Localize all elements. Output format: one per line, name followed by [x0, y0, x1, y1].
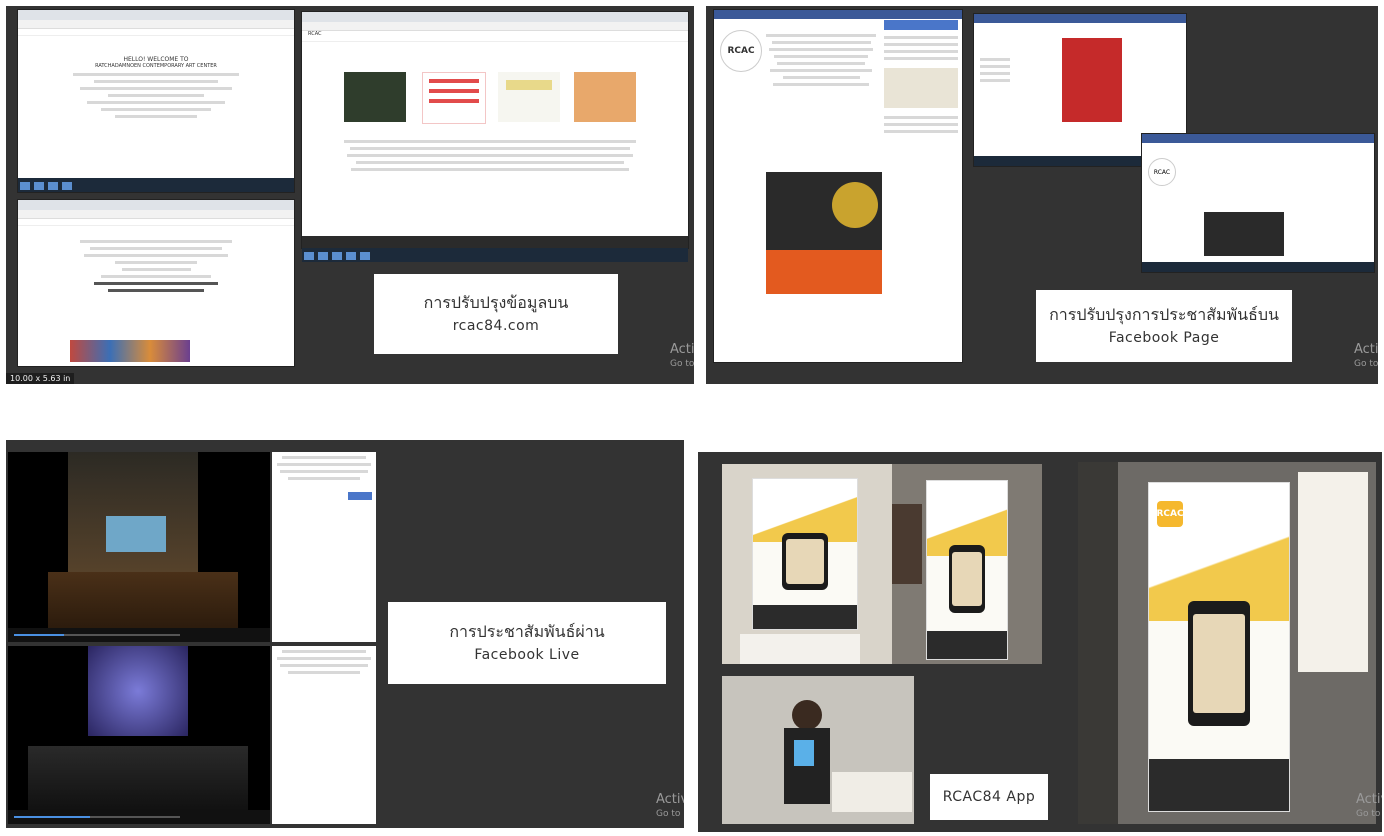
post-photo-2[interactable] [766, 250, 882, 294]
facebook-live-caption: การประชาสัมพันธ์ผ่าน Facebook Live [388, 602, 666, 684]
facebook-live-caption-line1: การประชาสัมพันธ์ผ่าน [449, 622, 605, 641]
welcome-heading: HELLO! WELCOME TO [123, 56, 189, 63]
app-logo-icon: RCAC [1156, 501, 1184, 527]
website-window-top-left[interactable]: HELLO! WELCOME TO RATCHADAMNOEN CONTEMPO… [18, 10, 294, 192]
windows-activation-watermark: Activ Go to [1354, 342, 1378, 369]
website-caption: การปรับปรุงข้อมูลบน rcac84.com [374, 274, 618, 354]
page-avatar-small: RCAC [1148, 158, 1176, 186]
site-brand: RCAC [302, 31, 688, 42]
app-panel: RCAC84 App RCAC Activ Go to [698, 452, 1382, 832]
website-window-bottom-left[interactable] [18, 200, 294, 366]
facebook-page-window[interactable]: RCAC [714, 10, 962, 362]
facebook-live-caption-line2: Facebook Live [474, 647, 580, 663]
app-photo-standee-3: RCAC [1078, 462, 1376, 824]
welcome-subheading: RATCHADAMNOEN CONTEMPORARY ART CENTER [95, 63, 217, 69]
app-caption-text: RCAC84 App [942, 789, 1036, 805]
facebook-window-3[interactable]: RCAC [1142, 134, 1374, 272]
facebook-page-caption-line2: Facebook Page [1108, 330, 1220, 346]
live-sidebar-1[interactable] [272, 452, 376, 642]
event-thumbnail-1[interactable] [344, 72, 406, 122]
app-photo-presenter [722, 676, 914, 824]
facebook-live-panel: การประชาสัมพันธ์ผ่าน Facebook Live Activ… [6, 440, 684, 828]
website-panel: HELLO! WELCOME TO RATCHADAMNOEN CONTEMPO… [6, 6, 694, 384]
website-window-right[interactable]: RCAC [302, 12, 688, 248]
windows-activation-watermark: Activ Go to [656, 792, 684, 819]
facebook-page-caption: การปรับปรุงการประชาสัมพันธ์บน Facebook P… [1036, 290, 1292, 362]
event-thumbnail-3[interactable] [498, 72, 560, 122]
app-photo-standee-2 [892, 464, 1042, 664]
windows-activation-watermark: Acti Go to [670, 342, 694, 369]
facebook-page-panel: RCAC RCAC การปรับปรุงการประชาสัมพันธ์บน … [706, 6, 1378, 384]
app-photo-standee-1 [722, 464, 892, 664]
event-thumbnail-4[interactable] [574, 72, 636, 122]
event-thumbnail-2[interactable] [422, 72, 486, 124]
app-caption: RCAC84 App [930, 774, 1048, 820]
live-sidebar-2[interactable] [272, 646, 376, 824]
facebook-page-caption-line1: การปรับปรุงการประชาสัมพันธ์บน [1049, 305, 1279, 324]
post-photo[interactable] [766, 172, 882, 250]
page-avatar[interactable]: RCAC [720, 30, 762, 72]
website-caption-line2: rcac84.com [452, 318, 540, 334]
live-video-1[interactable] [8, 452, 270, 642]
windows-activation-watermark: Activ Go to [1356, 792, 1382, 819]
slide-size-label: 10.00 x 5.63 in [6, 373, 75, 384]
website-caption-line1: การปรับปรุงข้อมูลบน [423, 293, 569, 312]
live-video-2[interactable] [8, 646, 270, 824]
